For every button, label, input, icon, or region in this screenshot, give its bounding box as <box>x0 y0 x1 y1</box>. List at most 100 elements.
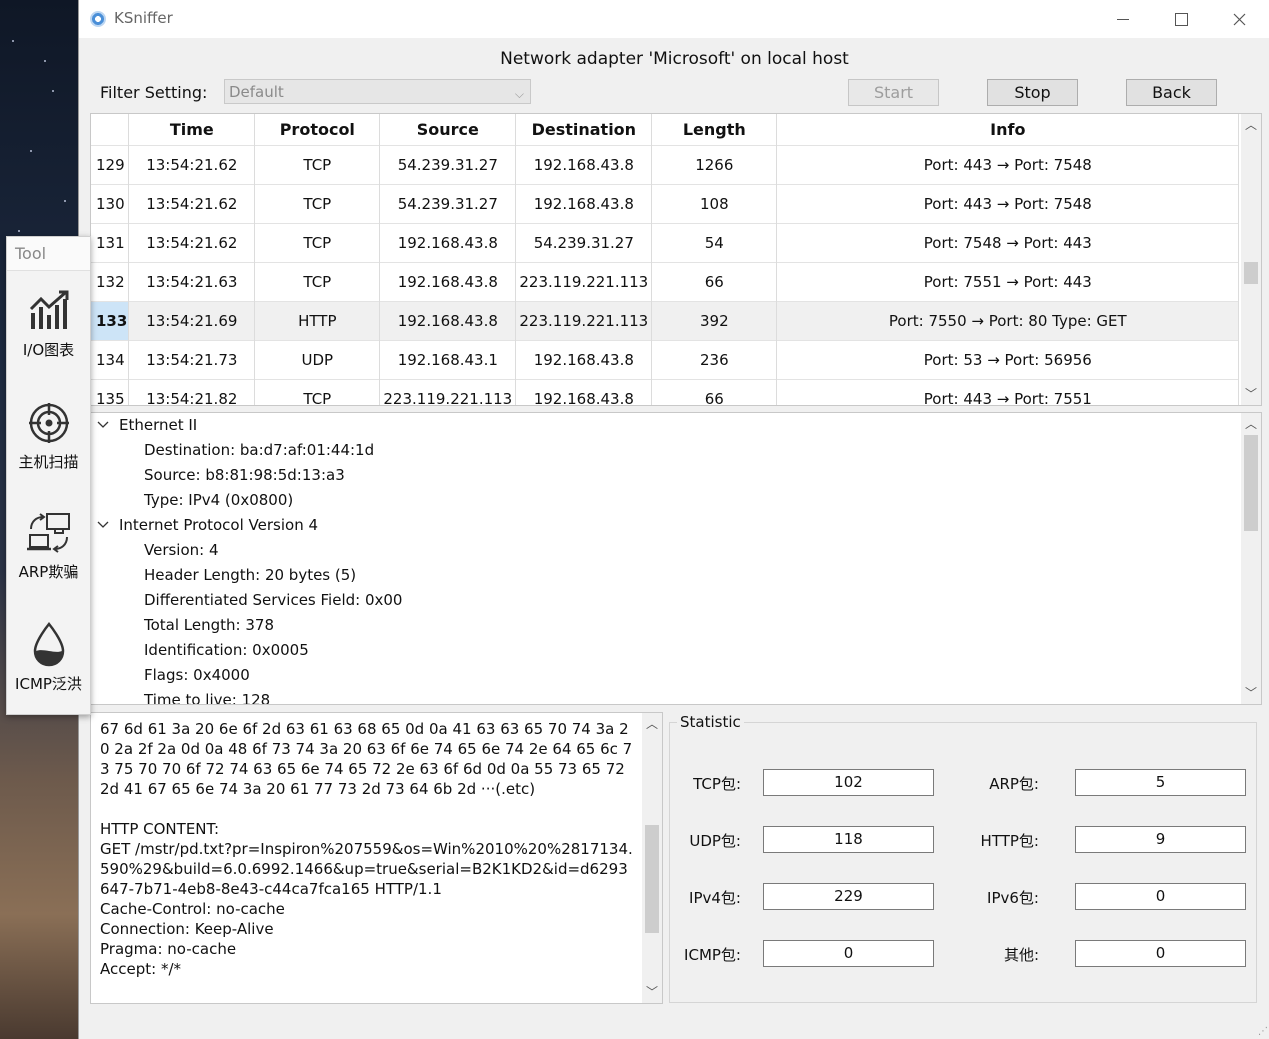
cell-source: 192.168.43.8 <box>379 262 517 302</box>
filter-select[interactable]: Default ⌵ <box>224 79 531 104</box>
table-row[interactable]: 130 13:54:21.62 TCP 54.239.31.27 192.168… <box>91 184 1240 224</box>
tree-item-eth-destination[interactable]: Destination: ba:d7:af:01:44:1d <box>144 438 374 463</box>
table-row[interactable]: 135 13:54:21.82 TCP 223.119.221.113 192.… <box>91 379 1240 405</box>
table-row[interactable]: 132 13:54:21.63 TCP 192.168.43.8 223.119… <box>91 262 1240 302</box>
cell-protocol: TCP <box>254 379 381 405</box>
io-chart-tool-button[interactable]: I/O图表 <box>7 289 90 360</box>
column-header-protocol[interactable]: Protocol <box>254 114 381 146</box>
row-number: 130 <box>91 184 130 224</box>
collapse-chevron-icon[interactable] <box>97 413 109 438</box>
cell-time: 13:54:21.63 <box>128 262 256 302</box>
minimize-button[interactable] <box>1094 0 1152 38</box>
icmp-flood-tool-button[interactable]: ICMP泛洪 <box>7 621 90 694</box>
cell-time: 13:54:21.82 <box>128 379 256 405</box>
cell-destination: 192.168.43.8 <box>515 145 653 185</box>
minimize-icon <box>1117 18 1129 20</box>
cell-info: Port: 7550 → Port: 80 Type: GET <box>776 301 1240 341</box>
tree-item-ip-dsf[interactable]: Differentiated Services Field: 0x00 <box>144 588 402 613</box>
scroll-up-icon[interactable]: ︿ <box>642 715 662 733</box>
cell-length: 392 <box>651 301 778 341</box>
cell-protocol: TCP <box>254 262 381 302</box>
tree-item-ip-identification[interactable]: Identification: 0x0005 <box>144 638 309 663</box>
http-count-field: 9 <box>1075 826 1246 853</box>
bytes-scrollbar[interactable]: ︿ ﹀ <box>642 713 662 1003</box>
packet-table-scrollbar[interactable]: ︿ ﹀ <box>1241 114 1261 405</box>
host-scan-tool-button[interactable]: 主机扫描 <box>7 401 90 472</box>
cell-source: 192.168.43.1 <box>379 340 517 380</box>
tree-item-ip-ttl[interactable]: Time to live: 128 <box>144 688 270 704</box>
tree-section-ethernet[interactable]: Ethernet II <box>119 413 197 438</box>
column-header-length[interactable]: Length <box>651 114 778 146</box>
arp-count-field: 5 <box>1075 769 1246 796</box>
tree-item-ip-header-length[interactable]: Header Length: 20 bytes (5) <box>144 563 356 588</box>
packet-bytes-pane[interactable]: 67 6d 61 3a 20 6e 6f 2d 63 61 63 68 65 0… <box>90 712 663 1004</box>
stop-button[interactable]: Stop <box>987 79 1078 106</box>
scroll-up-icon[interactable]: ︿ <box>1241 415 1261 433</box>
io-chart-label: I/O图表 <box>22 341 75 359</box>
table-row-selected[interactable]: 133 13:54:21.69 HTTP 192.168.43.8 223.11… <box>91 301 1240 341</box>
close-button[interactable] <box>1210 0 1268 38</box>
ipv6-count-label: IPv6包: <box>987 889 1039 907</box>
cell-destination: 192.168.43.8 <box>515 379 653 405</box>
tcp-count-label: TCP包: <box>693 775 741 793</box>
scrollbar-thumb[interactable] <box>1244 262 1258 284</box>
table-row[interactable]: 129 13:54:21.62 TCP 54.239.31.27 192.168… <box>91 145 1240 185</box>
tree-item-eth-source[interactable]: Source: b8:81:98:5d:13:a3 <box>144 463 345 488</box>
title-bar: KSniffer <box>79 0 1269 38</box>
ksniffer-window: KSniffer Network adapter 'Microsoft' on … <box>78 0 1269 1039</box>
arp-spoof-tool-button[interactable]: ARP欺骗 <box>7 511 90 582</box>
column-header-info[interactable]: Info <box>776 114 1240 146</box>
column-header-source[interactable]: Source <box>379 114 517 146</box>
table-row[interactable]: 131 13:54:21.62 TCP 192.168.43.8 54.239.… <box>91 223 1240 263</box>
cell-source: 54.239.31.27 <box>379 145 517 185</box>
cell-info: Port: 443 → Port: 7551 <box>776 379 1240 405</box>
scroll-up-icon[interactable]: ︿ <box>1241 116 1261 134</box>
back-button[interactable]: Back <box>1126 79 1217 106</box>
header-row-number <box>91 114 130 146</box>
arp-count-label: ARP包: <box>989 775 1039 793</box>
cell-source: 223.119.221.113 <box>379 379 517 405</box>
resize-grip-icon[interactable]: ⋰ <box>1258 1026 1268 1037</box>
packet-details-tree[interactable]: Ethernet II Destination: ba:d7:af:01:44:… <box>90 412 1262 705</box>
column-header-destination[interactable]: Destination <box>515 114 653 146</box>
table-header-row: Time Protocol Source Destination Length … <box>91 114 1240 146</box>
cell-length: 66 <box>651 262 778 302</box>
start-button[interactable]: Start <box>848 79 939 106</box>
table-row[interactable]: 134 13:54:21.73 UDP 192.168.43.1 192.168… <box>91 340 1240 380</box>
scroll-down-icon[interactable]: ﹀ <box>642 983 662 1001</box>
filter-label: Filter Setting: <box>100 83 208 102</box>
cell-time: 13:54:21.62 <box>128 223 256 263</box>
cell-protocol: TCP <box>254 223 381 263</box>
chevron-down-icon: ⌵ <box>514 87 524 101</box>
packet-table[interactable]: Time Protocol Source Destination Length … <box>90 113 1262 406</box>
column-header-time[interactable]: Time <box>128 114 256 146</box>
packet-bytes-text[interactable]: 67 6d 61 3a 20 6e 6f 2d 63 61 63 68 65 0… <box>100 719 635 979</box>
tree-section-ipv4[interactable]: Internet Protocol Version 4 <box>119 513 318 538</box>
tool-panel: Tool I/O图表 主机扫描 ARP欺骗 ICMP泛洪 <box>6 236 91 715</box>
cell-destination: 54.239.31.27 <box>515 223 653 263</box>
tree-item-ip-version[interactable]: Version: 4 <box>144 538 219 563</box>
scrollbar-thumb[interactable] <box>1244 435 1258 531</box>
icmp-count-field: 0 <box>763 940 934 967</box>
cell-destination: 192.168.43.8 <box>515 340 653 380</box>
cell-protocol: HTTP <box>254 301 381 341</box>
collapse-chevron-icon[interactable] <box>97 513 109 538</box>
scroll-down-icon[interactable]: ﹀ <box>1241 684 1261 702</box>
arp-spoof-label: ARP欺骗 <box>18 563 79 581</box>
scrollbar-thumb[interactable] <box>645 825 659 933</box>
details-scrollbar[interactable]: ︿ ﹀ <box>1241 413 1261 704</box>
tree-item-ip-flags[interactable]: Flags: 0x4000 <box>144 663 250 688</box>
cell-length: 108 <box>651 184 778 224</box>
computer-transfer-icon <box>26 513 70 553</box>
cell-time: 13:54:21.62 <box>128 184 256 224</box>
tree-item-ip-total-length[interactable]: Total Length: 378 <box>144 613 274 638</box>
scroll-down-icon[interactable]: ﹀ <box>1241 385 1261 403</box>
tree-item-eth-type[interactable]: Type: IPv4 (0x0800) <box>144 488 293 513</box>
filter-selected-value: Default <box>229 83 284 101</box>
cell-info: Port: 53 → Port: 56956 <box>776 340 1240 380</box>
row-number: 131 <box>91 223 130 263</box>
maximize-button[interactable] <box>1152 0 1210 38</box>
app-title: KSniffer <box>114 9 173 27</box>
udp-count-label: UDP包: <box>689 832 741 850</box>
cell-length: 236 <box>651 340 778 380</box>
